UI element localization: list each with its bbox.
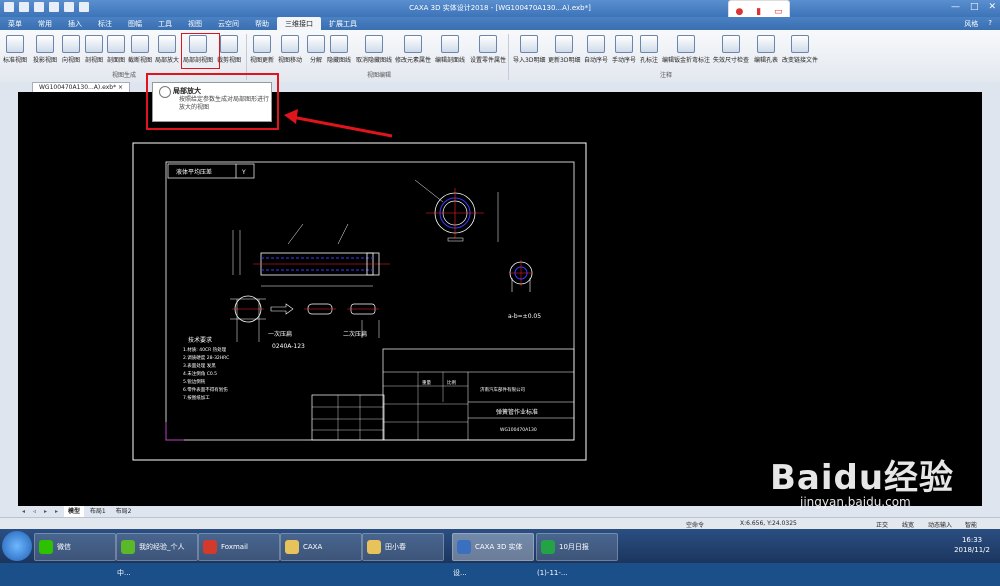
system-clock[interactable]: 16:33 2018/11/2 (954, 535, 990, 555)
taskbar-app-caxa-folder[interactable]: CAXA (280, 533, 362, 561)
last-sheet-icon[interactable]: ▸ (51, 506, 62, 517)
tab-model[interactable]: 模型 (63, 506, 84, 517)
watermark-url: jingyan.baidu.com (800, 495, 911, 509)
next-sheet-icon[interactable]: ▸ (40, 506, 51, 517)
taskbar-app-browser[interactable]: 我的经验_个人中... (116, 533, 198, 577)
caxa-icon (457, 540, 471, 554)
smart-toggle[interactable]: 智能 (965, 520, 977, 529)
taskbar-app-folder[interactable]: 田小春 (362, 533, 444, 561)
first-sheet-icon[interactable]: ◂ (18, 506, 29, 517)
taskbar-app-foxmail[interactable]: Foxmail (198, 533, 280, 561)
folder-icon (367, 540, 381, 554)
tab-layout1[interactable]: 布局1 (86, 506, 110, 517)
taskbar-app-spreadsheet[interactable]: 10月日报(1)-11-... (536, 533, 618, 577)
lineweight-toggle[interactable]: 线宽 (902, 520, 914, 529)
browser-icon (121, 540, 135, 554)
spreadsheet-icon (541, 540, 555, 554)
foxmail-icon (203, 540, 217, 554)
prev-sheet-icon[interactable]: ◃ (29, 506, 40, 517)
folder-icon (285, 540, 299, 554)
taskbar-app-caxa-3d[interactable]: CAXA 3D 实体设... (452, 533, 534, 577)
taskbar: 微信 我的经验_个人中... Foxmail CAXA 田小春 CAXA 3D … (0, 529, 1000, 577)
command-status: 空命令 (686, 522, 705, 529)
cursor-coords: X:6.656, Y:24.0325 (740, 520, 797, 527)
wechat-icon (39, 540, 53, 554)
start-button[interactable] (2, 531, 32, 561)
taskbar-app-wechat[interactable]: 微信 (34, 533, 116, 561)
ortho-toggle[interactable]: 正交 (876, 520, 888, 529)
dynamic-input-toggle[interactable]: 动态输入 (928, 520, 952, 529)
watermark-logo: Baidu经验 (770, 458, 955, 498)
tab-layout2[interactable]: 布局2 (112, 506, 136, 517)
